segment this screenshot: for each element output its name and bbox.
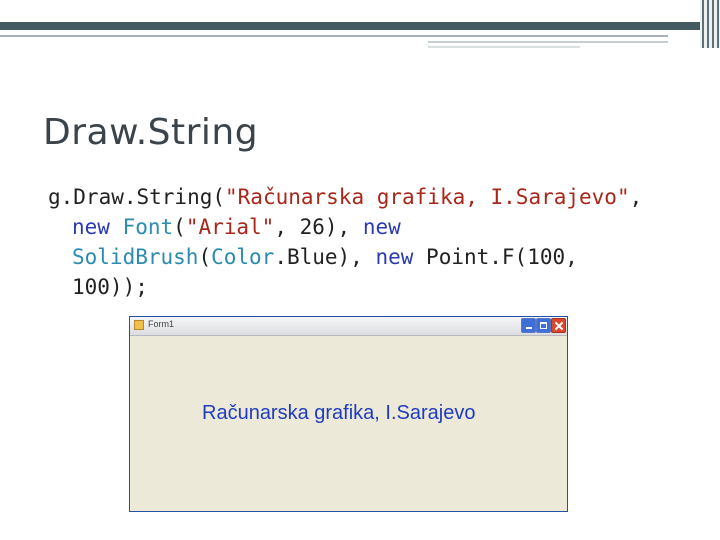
code-token: ( [198,245,212,269]
code-token: Point.F(100, [413,245,578,269]
header-line [428,46,580,48]
code-type: Color [211,245,275,269]
code-string: "Arial" [185,215,275,239]
form-app-icon [134,320,144,330]
maximize-button[interactable] [536,318,551,333]
code-keyword: new [375,245,414,269]
code-token: .Blue), [274,245,376,269]
header-dark-bar [0,22,700,30]
close-icon [552,319,565,332]
code-line: new Font("Arial", 26), new [48,212,688,242]
code-string: "Računarska grafika, I.Sarajevo" [225,185,630,209]
form-title: Form1 [148,319,175,329]
code-keyword: new [72,215,110,239]
header-line [0,35,668,37]
form-drawn-text: Računarska grafika, I.Sarajevo [202,402,476,424]
minimize-button[interactable] [521,318,536,333]
code-token: , [629,185,643,209]
code-token: g.Draw.String( [48,185,226,209]
code-line: 100)); [72,275,148,299]
code-token: , 26), [274,215,363,239]
close-button[interactable] [551,318,566,333]
header-line [428,41,668,43]
code-keyword: new [362,215,401,239]
code-block: g.Draw.String("Računarska grafika, I.Sar… [48,182,688,302]
form-titlebar[interactable]: Form1 [130,317,567,336]
form-window: Form1 Računarska grafika, I.Sarajevo [129,316,568,512]
header-band [0,0,720,22]
header-right-stripes [700,0,720,48]
maximize-icon [537,319,550,332]
code-type: SolidBrush [72,245,199,269]
minimize-icon [522,319,535,332]
slide-title: Draw.String [43,112,259,153]
code-line: g.Draw.String("Računarska grafika, I.Sar… [48,182,688,212]
code-type: Font [122,215,174,239]
code-line: SolidBrush(Color.Blue), new Point.F(100, [48,242,688,272]
code-token: ( [173,215,186,239]
